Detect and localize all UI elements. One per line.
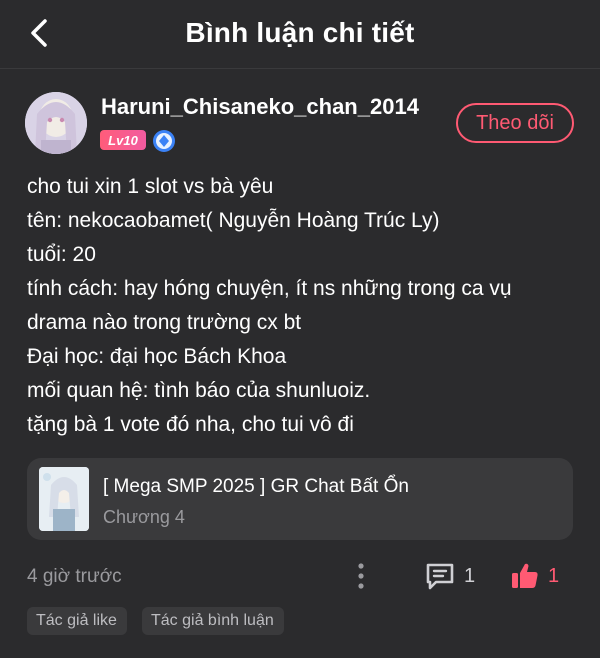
comment-line: tặng bà 1 vote đó nha, cho tui vô đi (27, 413, 354, 436)
timestamp: 4 giờ trước (27, 566, 122, 587)
like-count: 1 (548, 564, 560, 587)
comment-icon (426, 563, 454, 590)
reply-count: 1 (464, 564, 476, 587)
comment-text: cho tui xin 1 slot vs bà yêu tên: nekoca… (27, 170, 587, 442)
story-title: [ Mega SMP 2025 ] GR Chat Bất Ổn (103, 476, 409, 497)
comment-line: tên: nekocaobamet( Nguyễn Hoàng Trúc Ly) (27, 209, 440, 232)
comment-line: Đại học: đại học Bách Khoa (27, 345, 287, 368)
page-title: Bình luận chi tiết (185, 17, 415, 48)
more-vertical-icon (358, 563, 364, 589)
reply-button[interactable]: 1 (424, 560, 475, 592)
chapter-card[interactable]: [ Mega SMP 2025 ] GR Chat Bất Ổn Chương … (27, 458, 573, 540)
chapter-label: Chương 4 (103, 507, 185, 527)
comment-line: drama nào trong trường cx bt (27, 311, 302, 334)
thumbs-up-icon (512, 563, 538, 588)
diamond-badge-icon (152, 129, 176, 153)
like-button[interactable]: 1 (510, 560, 559, 592)
comment-line: cho tui xin 1 slot vs bà yêu (27, 175, 274, 198)
more-options-button[interactable] (352, 561, 370, 591)
comment-line: mối quan hệ: tình báo của shunluoiz. (27, 379, 371, 402)
avatar-image (25, 92, 87, 154)
story-cover-image (39, 467, 89, 531)
level-badge: Lv10 (100, 130, 146, 150)
comment-line: tính cách: hay hóng chuyện, ít ns những … (27, 277, 512, 300)
comment-line: tuổi: 20 (27, 243, 96, 266)
follow-button[interactable]: Theo dõi (456, 103, 574, 143)
author-comment-tag: Tác giả bình luận (142, 607, 284, 635)
author-like-tag: Tác giả like (27, 607, 127, 635)
avatar[interactable] (25, 92, 87, 154)
header-bar: Bình luận chi tiết (0, 0, 600, 69)
username[interactable]: Haruni_Chisaneko_chan_2014 (101, 94, 419, 120)
